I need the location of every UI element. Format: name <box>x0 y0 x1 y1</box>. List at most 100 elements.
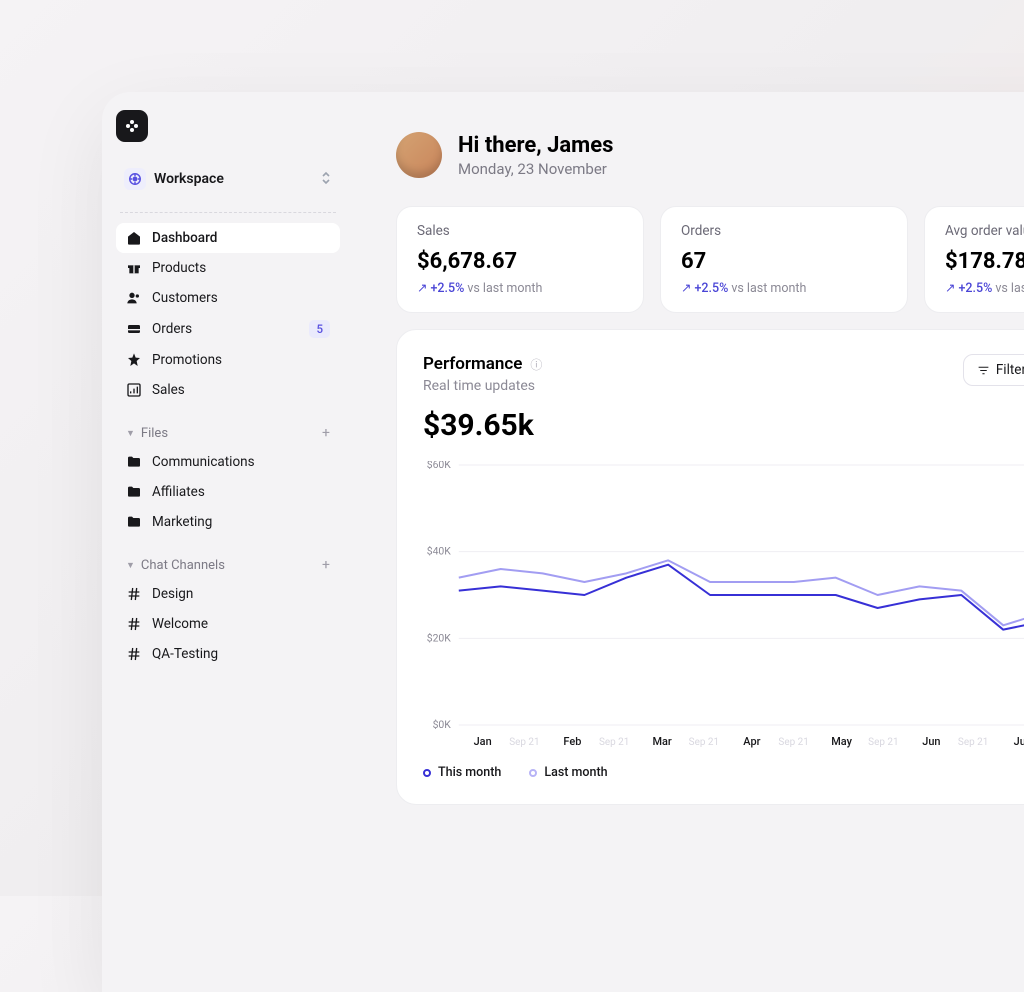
performance-chart: $0K $20K $40K $60K Jan Sep 21 Feb Sep 21 Mar Sep … <box>423 461 1024 761</box>
plus-icon[interactable]: + <box>322 425 330 441</box>
svg-text:Jan: Jan <box>474 735 492 748</box>
sidebar-item-label: Dashboard <box>152 230 217 246</box>
svg-text:Sep 21: Sep 21 <box>509 737 539 748</box>
legend-this-month[interactable]: This month <box>423 765 501 780</box>
svg-text:Sep 21: Sep 21 <box>599 737 629 748</box>
greeting-date: Monday, 23 November <box>458 160 613 178</box>
svg-text:Mar: Mar <box>652 735 671 748</box>
arrow-up-icon: ↗ <box>417 280 427 296</box>
sidebar-item-promotions[interactable]: Promotions <box>116 345 340 375</box>
workspace-label: Workspace <box>154 171 312 187</box>
sidebar-item-label: QA-Testing <box>152 646 218 662</box>
logo-icon <box>124 118 140 134</box>
filter-icon <box>977 364 990 377</box>
sidebar-item-welcome[interactable]: Welcome <box>116 609 340 639</box>
card-value: 67 <box>681 249 887 274</box>
card-label: Sales <box>417 223 623 239</box>
card-value: $178.78 <box>945 249 1024 274</box>
gift-icon <box>126 260 142 276</box>
svg-text:Jun: Jun <box>922 735 940 748</box>
star-icon <box>126 352 142 368</box>
section-header-files[interactable]: ▼ Files + <box>116 419 340 447</box>
svg-text:$0K: $0K <box>433 718 452 731</box>
main-content: Hi there, James Monday, 23 November Sale… <box>354 92 1024 992</box>
card-label: Orders <box>681 223 887 239</box>
divider <box>120 212 336 213</box>
plus-icon[interactable]: + <box>322 557 330 573</box>
orders-badge: 5 <box>309 320 330 338</box>
arrow-up-icon: ↗ <box>681 280 691 296</box>
svg-text:Sep 21: Sep 21 <box>778 737 808 748</box>
chevron-down-icon: ▼ <box>126 560 135 571</box>
svg-text:Apr: Apr <box>743 735 760 748</box>
sidebar-item-sales[interactable]: Sales <box>116 375 340 405</box>
svg-text:Jul: Jul <box>1014 735 1024 748</box>
card-value: $6,678.67 <box>417 249 623 274</box>
sidebar-item-label: Products <box>152 260 206 276</box>
sidebar-item-affiliates[interactable]: Affiliates <box>116 477 340 507</box>
inbox-icon <box>126 321 142 337</box>
hash-icon <box>126 646 142 662</box>
home-icon <box>126 230 142 246</box>
svg-text:$60K: $60K <box>427 461 452 471</box>
arrow-up-icon: ↗ <box>945 280 955 296</box>
svg-text:Sep 21: Sep 21 <box>689 737 719 748</box>
svg-text:Sep 21: Sep 21 <box>868 737 898 748</box>
sidebar-item-label: Promotions <box>152 352 222 368</box>
performance-value: $39.65k <box>423 408 1024 443</box>
section-title: Chat Channels <box>141 558 225 573</box>
card-delta: ↗ +2.5% vs last month <box>945 280 1024 296</box>
filters-button[interactable]: Filters <box>963 354 1024 386</box>
sidebar-item-dashboard[interactable]: Dashboard <box>116 223 340 253</box>
sidebar-item-orders[interactable]: Orders 5 <box>116 313 340 345</box>
performance-title: Performance <box>423 354 522 374</box>
chevron-updown-icon <box>320 170 332 189</box>
sidebar-item-qa[interactable]: QA-Testing <box>116 639 340 669</box>
sidebar-item-label: Sales <box>152 382 185 398</box>
sidebar-item-marketing[interactable]: Marketing <box>116 507 340 537</box>
folder-icon <box>126 454 142 470</box>
sidebar: Workspace Dashboard Products Customers O… <box>102 92 354 992</box>
svg-text:Sep 21: Sep 21 <box>958 737 988 748</box>
svg-text:$40K: $40K <box>427 545 452 558</box>
sidebar-item-products[interactable]: Products <box>116 253 340 283</box>
sidebar-item-label: Welcome <box>152 616 208 632</box>
card-delta: ↗ +2.5% vs last month <box>417 280 623 296</box>
performance-subtitle: Real time updates <box>423 378 542 394</box>
avatar[interactable] <box>396 132 442 178</box>
chevron-down-icon: ▼ <box>126 428 135 439</box>
sidebar-item-label: Marketing <box>152 514 212 530</box>
chart-legend: This month Last month <box>423 765 1024 780</box>
greeting-title: Hi there, James <box>458 133 613 158</box>
sidebar-item-label: Orders <box>152 321 192 337</box>
workspace-switcher[interactable]: Workspace <box>116 160 340 198</box>
card-delta: ↗ +2.5% vs last month <box>681 280 887 296</box>
sidebar-item-label: Affiliates <box>152 484 205 500</box>
folder-icon <box>126 484 142 500</box>
folder-icon <box>126 514 142 530</box>
sidebar-item-design[interactable]: Design <box>116 579 340 609</box>
sidebar-item-communications[interactable]: Communications <box>116 447 340 477</box>
users-icon <box>126 290 142 306</box>
section-header-chat[interactable]: ▼ Chat Channels + <box>116 551 340 579</box>
legend-dot-icon <box>423 769 431 777</box>
workspace-icon <box>124 168 146 190</box>
card-label: Avg order value <box>945 223 1024 239</box>
performance-panel: Performance ⓘ Real time updates Filters … <box>396 329 1024 805</box>
svg-text:Feb: Feb <box>563 735 581 748</box>
chart-icon <box>126 382 142 398</box>
sidebar-item-label: Design <box>152 586 193 602</box>
card-orders[interactable]: Orders 67 ↗ +2.5% vs last month <box>660 206 908 313</box>
app-logo[interactable] <box>116 110 148 142</box>
card-avg[interactable]: Avg order value $178.78 ↗ +2.5% vs last … <box>924 206 1024 313</box>
app-window: Workspace Dashboard Products Customers O… <box>102 92 1024 992</box>
sidebar-item-label: Customers <box>152 290 218 306</box>
info-icon[interactable]: ⓘ <box>530 356 542 373</box>
card-sales[interactable]: Sales $6,678.67 ↗ +2.5% vs last month <box>396 206 644 313</box>
svg-text:$20K: $20K <box>427 631 452 644</box>
hash-icon <box>126 616 142 632</box>
sidebar-item-label: Communications <box>152 454 255 470</box>
kpi-cards: Sales $6,678.67 ↗ +2.5% vs last month Or… <box>396 206 1024 313</box>
legend-last-month[interactable]: Last month <box>529 765 607 780</box>
sidebar-item-customers[interactable]: Customers <box>116 283 340 313</box>
